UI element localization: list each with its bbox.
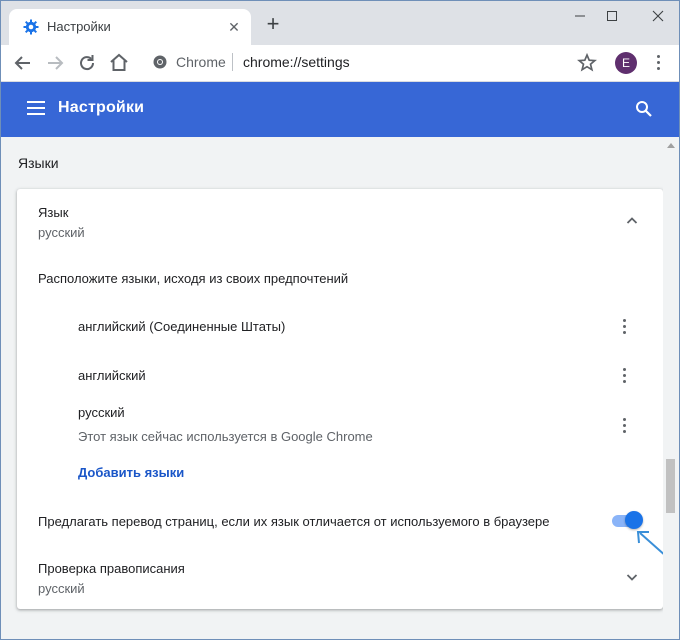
add-languages-link[interactable]: Добавить языки (78, 465, 184, 480)
language-value: русский (38, 225, 85, 240)
spellcheck-label: Проверка правописания (38, 561, 185, 576)
chrome-logo-icon (153, 55, 167, 69)
omnibox[interactable]: Chrome chrome://settings (147, 50, 603, 76)
spellcheck-value: русский (38, 581, 85, 596)
hamburger-menu-icon[interactable] (27, 101, 45, 115)
window-close-icon[interactable] (643, 7, 673, 27)
search-icon[interactable] (635, 100, 653, 118)
tab-strip: Настройки ✕ + (1, 1, 679, 45)
section-title: Языки (18, 155, 59, 171)
gear-icon (23, 19, 39, 35)
browser-menu-icon[interactable] (657, 55, 661, 71)
page-title: Настройки (58, 99, 145, 116)
close-tab-icon[interactable]: ✕ (225, 18, 243, 36)
more-vert-icon[interactable] (623, 418, 627, 434)
home-icon[interactable] (107, 51, 131, 75)
settings-header: Настройки (1, 82, 679, 137)
browser-window: Настройки ✕ + Chrome chrome://settings E… (0, 0, 680, 640)
languages-card: Язык русский Расположите языки, исходя и… (17, 189, 668, 609)
reload-icon[interactable] (75, 51, 99, 75)
language-label: Язык (38, 205, 69, 220)
browser-toolbar: Chrome chrome://settings E (1, 45, 679, 82)
profile-avatar[interactable]: E (615, 52, 637, 74)
language-order-text: Расположите языки, исходя из своих предп… (38, 271, 349, 286)
more-vert-icon[interactable] (623, 319, 627, 335)
maximize-icon[interactable] (597, 7, 627, 27)
tab-settings[interactable]: Настройки ✕ (9, 9, 251, 45)
more-vert-icon[interactable] (623, 368, 627, 384)
omnibox-site-chip: Chrome (176, 54, 226, 70)
scroll-up-arrow-icon[interactable] (667, 143, 675, 148)
tab-title: Настройки (47, 19, 111, 34)
bookmark-star-icon[interactable] (575, 51, 599, 75)
omnibox-url[interactable]: chrome://settings (243, 54, 350, 70)
minimize-icon[interactable] (565, 7, 595, 27)
language-item-name: английский (Соединенные Штаты) (78, 319, 286, 334)
scrollbar[interactable] (663, 137, 679, 639)
scroll-thumb[interactable] (666, 459, 675, 513)
language-item-name: английский (78, 368, 146, 383)
chevron-down-icon[interactable] (626, 571, 638, 583)
language-item-name: русский (78, 405, 125, 420)
back-arrow-icon[interactable] (11, 51, 35, 75)
toggle-knob (625, 511, 643, 529)
translate-offer-label: Предлагать перевод страниц, если их язык… (38, 514, 550, 529)
chevron-up-icon[interactable] (626, 215, 638, 227)
omnibox-divider (232, 53, 233, 71)
forward-arrow-icon[interactable] (43, 51, 67, 75)
settings-content: Языки Язык русский Расположите языки, ис… (1, 137, 679, 639)
new-tab-button[interactable]: + (263, 13, 283, 35)
language-item-note: Этот язык сейчас используется в Google C… (78, 429, 373, 444)
